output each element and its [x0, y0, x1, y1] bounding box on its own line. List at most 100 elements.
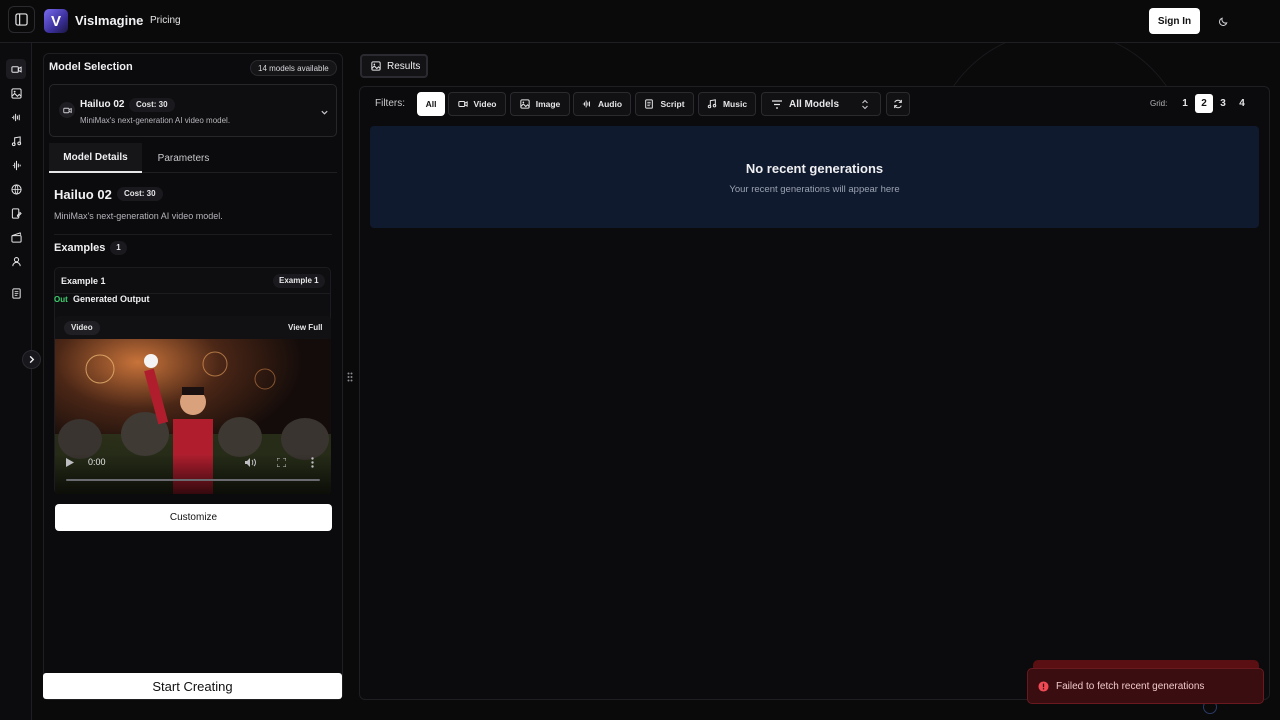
customize-button[interactable]: Customize: [55, 504, 332, 531]
divider: [54, 234, 332, 235]
model-type-icon: [59, 102, 75, 118]
error-icon: [1038, 680, 1049, 692]
empty-state-panel: No recent generations Your recent genera…: [370, 126, 1259, 228]
rail-globe[interactable]: [6, 179, 26, 199]
voice-icon: [12, 160, 21, 170]
filter-lines-icon: [772, 100, 782, 109]
panel-title: Model Selection: [49, 61, 133, 73]
output-label: Generated Output: [73, 294, 150, 304]
left-rail: [0, 43, 32, 720]
user-icon: [11, 256, 21, 266]
refresh-button[interactable]: [886, 92, 910, 116]
selected-model-description: MiniMax's next-generation AI video model…: [80, 116, 231, 125]
more-options-icon[interactable]: [311, 457, 314, 468]
audio-wave-icon: [11, 113, 20, 121]
start-creating-button[interactable]: Start Creating: [43, 673, 342, 699]
clapperboard-icon: [10, 231, 22, 243]
rail-audio[interactable]: [6, 107, 26, 127]
rail-clapper[interactable]: [6, 227, 26, 247]
example-label: Example 1: [61, 276, 106, 286]
results-tab[interactable]: Results: [360, 54, 428, 78]
image-icon: [371, 61, 381, 71]
examples-title: Examples: [54, 242, 106, 254]
panel-resize-handle[interactable]: [346, 370, 354, 384]
brand-logo[interactable]: V: [44, 9, 68, 33]
examples-count-badge: 1: [110, 241, 127, 255]
refresh-icon: [894, 99, 902, 109]
moon-icon: [1218, 17, 1227, 26]
model-detail-description: MiniMax's next-generation AI video model…: [54, 211, 223, 221]
example-tag: Example 1: [273, 274, 325, 288]
video-progress-bar[interactable]: [66, 479, 320, 481]
empty-state-title: No recent generations: [745, 161, 884, 176]
toast-message: Failed to fetch recent generations: [1056, 680, 1205, 692]
drag-handle-icon: [347, 372, 353, 382]
model-select-dropdown[interactable]: Hailuo 02 Cost: 30 MiniMax's next-genera…: [49, 84, 337, 137]
models-select-label: All Models: [789, 99, 840, 110]
video-icon: [457, 101, 468, 107]
model-selection-panel: Model Selection 14 models available Hail…: [43, 53, 343, 700]
all-models-select[interactable]: All Models: [761, 92, 881, 116]
rail-music[interactable]: [6, 131, 26, 151]
filter-music-button[interactable]: Music: [698, 92, 756, 116]
rail-video[interactable]: [6, 59, 26, 79]
filter-image-button[interactable]: Image: [510, 92, 570, 116]
chevron-right-icon: [29, 355, 35, 364]
rail-script[interactable]: [6, 203, 26, 223]
sidebar-toggle-icon: [15, 13, 28, 26]
image-icon: [10, 87, 22, 99]
grid-label: Grid:: [1150, 99, 1168, 108]
empty-state-subtitle: Your recent generations will appear here: [729, 184, 900, 195]
audio-wave-icon: [582, 100, 590, 108]
fullscreen-icon[interactable]: [277, 458, 286, 467]
video-frame[interactable]: 0:00: [55, 339, 331, 494]
model-detail-name: Hailuo 02: [54, 187, 112, 202]
grid-option-2[interactable]: 2: [1195, 94, 1213, 113]
video-icon: [10, 65, 22, 73]
panel-tabs: Model Details Parameters: [49, 143, 337, 173]
view-full-link[interactable]: View Full: [288, 323, 323, 332]
selected-model-name: Hailuo 02: [80, 99, 125, 110]
rail-expand-button[interactable]: [22, 350, 41, 369]
grid-option-3[interactable]: 3: [1214, 94, 1232, 113]
tab-model-details[interactable]: Model Details: [49, 143, 142, 173]
grid-option-4[interactable]: 4: [1233, 94, 1251, 113]
video-icon: [62, 107, 72, 113]
chevron-down-icon: [320, 110, 328, 115]
rail-image[interactable]: [6, 83, 26, 103]
image-icon: [520, 99, 530, 109]
filter-audio-button[interactable]: Audio: [573, 92, 631, 116]
grid-option-1[interactable]: 1: [1176, 94, 1194, 113]
script-edit-icon: [11, 207, 22, 219]
filter-script-button[interactable]: Script: [635, 92, 694, 116]
volume-icon[interactable]: [245, 458, 256, 467]
out-tag: Out: [54, 295, 68, 304]
rail-document[interactable]: [6, 283, 26, 303]
sidebar-toggle-button[interactable]: [8, 6, 35, 33]
media-type-badge: Video: [64, 321, 100, 335]
tab-parameters[interactable]: Parameters: [142, 143, 225, 173]
top-header: V VisImagine Pricing Sign In: [0, 0, 1280, 43]
chevron-updown-icon: [862, 99, 868, 110]
document-icon: [11, 287, 21, 299]
rail-voice[interactable]: [6, 155, 26, 175]
play-icon[interactable]: [66, 458, 74, 467]
theme-toggle-button[interactable]: [1214, 12, 1232, 30]
error-toast[interactable]: Failed to fetch recent generations: [1027, 668, 1264, 704]
models-available-badge: 14 models available: [250, 60, 337, 76]
model-detail-cost: Cost: 30: [117, 187, 163, 201]
example-header: Example 1 Example 1: [55, 268, 330, 294]
video-time: 0:00: [88, 457, 106, 467]
brand-name[interactable]: VisImagine: [75, 13, 143, 28]
rail-user[interactable]: [6, 251, 26, 271]
globe-icon: [10, 183, 22, 195]
filter-all-button[interactable]: All: [417, 92, 445, 116]
music-icon: [11, 135, 21, 146]
filters-label: Filters:: [375, 98, 405, 109]
example-video-player[interactable]: Video View Full 0:00: [55, 316, 331, 494]
filter-video-button[interactable]: Video: [448, 92, 506, 116]
results-panel: Filters: All Video Image Audio Script Mu…: [359, 86, 1270, 700]
nav-pricing-link[interactable]: Pricing: [150, 15, 181, 26]
selected-model-cost: Cost: 30: [129, 98, 175, 112]
sign-in-button[interactable]: Sign In: [1149, 8, 1200, 34]
